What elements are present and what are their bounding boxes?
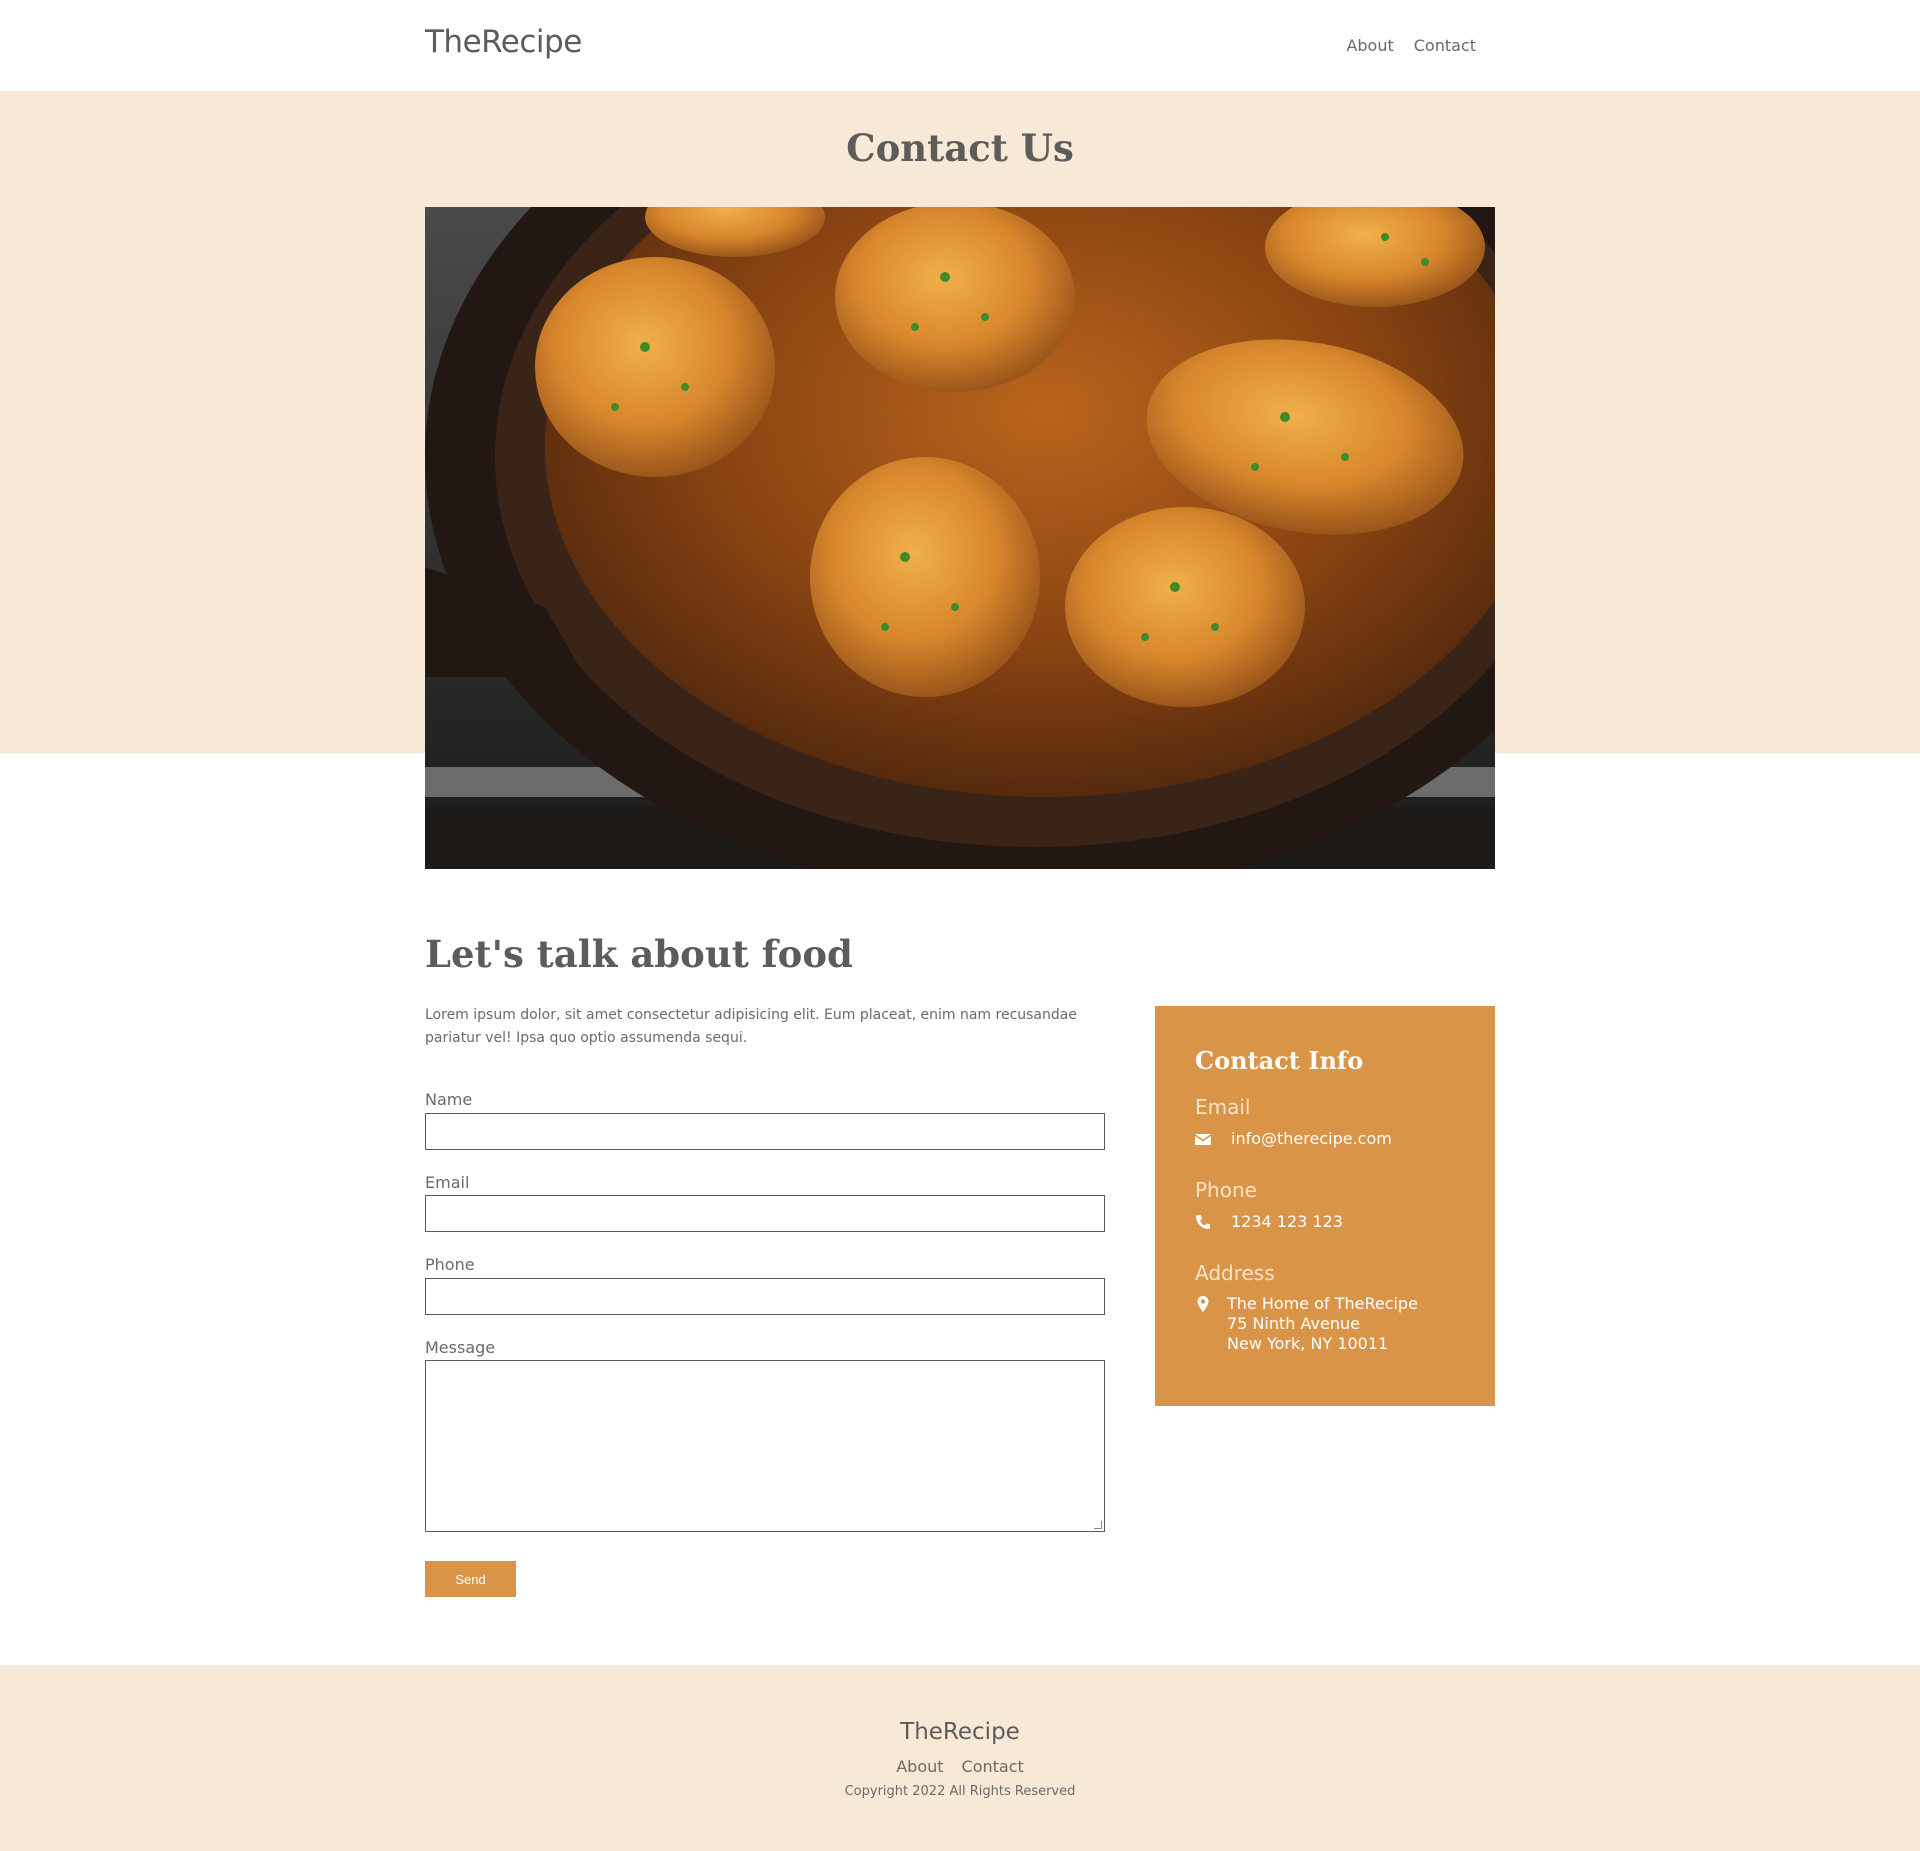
phone-field[interactable] bbox=[425, 1278, 1105, 1315]
copyright-text: Copyright 2022 All Rights Reserved bbox=[844, 1784, 1076, 1799]
phone-info-label: Phone bbox=[1195, 1178, 1257, 1202]
phone-icon bbox=[1196, 1215, 1210, 1229]
resize-grip-icon[interactable] bbox=[1094, 1521, 1102, 1529]
map-marker-icon bbox=[1197, 1296, 1209, 1312]
address-line-2: 75 Ninth Avenue bbox=[1227, 1314, 1360, 1333]
address-line-1: The Home of TheRecipe bbox=[1227, 1294, 1418, 1313]
address-value: The Home of TheRecipe 75 Ninth Avenue Ne… bbox=[1227, 1294, 1418, 1354]
footer-logo[interactable]: TheRecipe bbox=[0, 1719, 1920, 1745]
contact-info-title: Contact Info bbox=[1195, 1046, 1364, 1075]
phone-value[interactable]: 1234 123 123 bbox=[1231, 1212, 1343, 1231]
footer-nav: About Contact bbox=[0, 1757, 1920, 1776]
envelope-icon bbox=[1195, 1134, 1211, 1145]
email-field[interactable] bbox=[425, 1195, 1105, 1232]
email-value[interactable]: info@therecipe.com bbox=[1231, 1129, 1392, 1148]
phone-info-row: 1234 123 123 bbox=[1195, 1212, 1343, 1231]
send-button[interactable]: Send bbox=[425, 1561, 516, 1597]
name-field[interactable] bbox=[425, 1113, 1105, 1150]
message-field[interactable] bbox=[425, 1360, 1105, 1532]
site-header: TheRecipe About Contact bbox=[0, 0, 1920, 91]
name-label: Name bbox=[425, 1090, 473, 1109]
page-title: Contact Us bbox=[846, 126, 1074, 170]
message-label: Message bbox=[425, 1338, 496, 1357]
email-info-label: Email bbox=[1195, 1095, 1251, 1119]
section-heading: Let's talk about food bbox=[425, 932, 853, 976]
address-info-label: Address bbox=[1195, 1261, 1275, 1285]
site-footer: TheRecipe About Contact Copyright 2022 A… bbox=[0, 1665, 1920, 1851]
footer-link-about[interactable]: About bbox=[896, 1757, 943, 1776]
main-nav: About Contact bbox=[1346, 36, 1476, 55]
nav-link-about[interactable]: About bbox=[1346, 36, 1393, 55]
site-logo[interactable]: TheRecipe bbox=[425, 24, 582, 60]
address-line-3: New York, NY 10011 bbox=[1227, 1334, 1389, 1353]
nav-link-contact[interactable]: Contact bbox=[1414, 36, 1476, 55]
intro-text: Lorem ipsum dolor, sit amet consectetur … bbox=[425, 1007, 1077, 1046]
email-info-row: info@therecipe.com bbox=[1195, 1129, 1392, 1148]
email-label: Email bbox=[425, 1173, 470, 1192]
contact-info-card: Contact Info Email info@therecipe.com Ph… bbox=[1155, 1006, 1495, 1406]
phone-label: Phone bbox=[425, 1255, 475, 1274]
footer-link-contact[interactable]: Contact bbox=[962, 1757, 1024, 1776]
address-info-row: The Home of TheRecipe 75 Ninth Avenue Ne… bbox=[1195, 1294, 1418, 1354]
hero-image bbox=[425, 207, 1495, 869]
